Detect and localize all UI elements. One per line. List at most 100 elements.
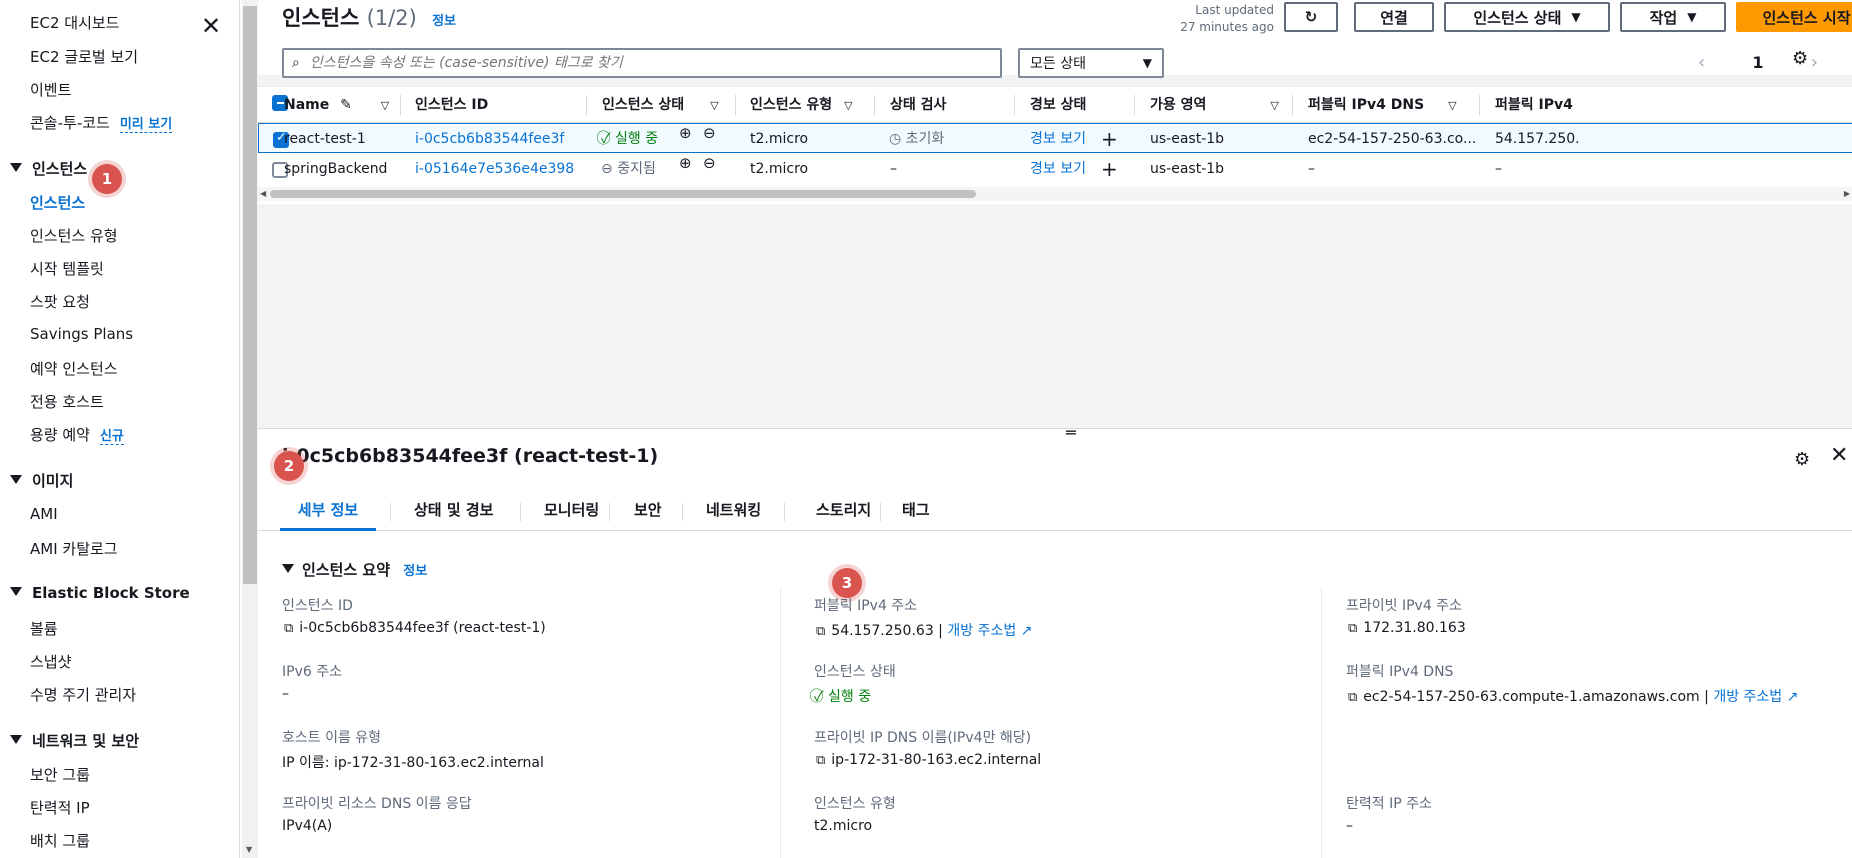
resize-handle-icon[interactable]: ═ — [1066, 423, 1076, 442]
sidebar-section-instances[interactable]: 인스턴스 — [10, 158, 87, 179]
sidebar-item-security-groups[interactable]: 보안 그룹 — [30, 764, 90, 785]
info-link[interactable]: 정보 — [432, 14, 456, 29]
tab-security[interactable]: 보안 — [632, 491, 664, 531]
sidebar-item-console-to-code[interactable]: 콘솔-투-코드 미리 보기 — [30, 112, 173, 133]
scrollbar-thumb[interactable] — [243, 6, 257, 584]
sidebar-section-network-security[interactable]: 네트워크 및 보안 — [10, 730, 139, 751]
table-horizontal-scrollbar[interactable]: ◀ ▶ — [258, 187, 1852, 201]
tab-tags[interactable]: 태그 — [900, 491, 932, 531]
gear-icon[interactable]: ⚙ — [1792, 48, 1808, 69]
close-icon[interactable]: ✕ — [1830, 443, 1848, 468]
copy-icon[interactable]: ⧉ — [1348, 621, 1357, 636]
cell-instance-id-link[interactable]: i-0c5cb6b83544fee3f — [415, 124, 564, 154]
zoom-out-icon[interactable]: ⊖ — [703, 124, 716, 142]
check-circle-icon: ✓⃝ — [814, 689, 824, 705]
copy-icon[interactable]: ⧉ — [1348, 690, 1357, 705]
sidebar-item-reserved-instances[interactable]: 예약 인스턴스 — [30, 358, 118, 379]
col-header-instance-id[interactable]: 인스턴스 ID — [415, 87, 488, 123]
tab-status-alarms[interactable]: 상태 및 경보 — [412, 491, 495, 531]
sidebar-scrollbar[interactable]: ▼ — [242, 0, 258, 858]
open-address-link[interactable]: 개방 주소법 — [1713, 689, 1782, 705]
zoom-in-icon[interactable]: ⊕ — [679, 124, 692, 142]
col-header-alarm-status[interactable]: 경보 상태 — [1030, 87, 1086, 123]
copy-icon[interactable]: ⧉ — [284, 621, 293, 636]
scroll-down-arrow-icon[interactable]: ▼ — [246, 845, 252, 854]
sidebar-item-savings-plans[interactable]: Savings Plans — [30, 325, 133, 343]
cell-instance-id-link[interactable]: i-05164e7e536e4e398 — [415, 154, 574, 184]
sidebar-item-dedicated-hosts[interactable]: 전용 호스트 — [30, 391, 104, 412]
cell-view-alarms-link[interactable]: 경보 보기 — [1030, 124, 1086, 154]
sidebar-item-ec2-global-view[interactable]: EC2 글로벌 보기 — [30, 46, 138, 67]
sidebar-section-ebs[interactable]: Elastic Block Store — [10, 584, 190, 602]
refresh-button[interactable]: ↻ — [1284, 2, 1338, 32]
search-input[interactable] — [309, 55, 990, 71]
search-box[interactable]: ⌕ — [282, 48, 1002, 78]
next-page-icon[interactable]: › — [1811, 52, 1818, 73]
state-filter-select[interactable]: 모든 상태 ▼ — [1018, 48, 1164, 78]
sidebar-item-ami[interactable]: AMI — [30, 505, 58, 523]
cell-view-alarms-link[interactable]: 경보 보기 — [1030, 154, 1086, 184]
sidebar-item-placement-groups[interactable]: 배치 그룹 — [30, 830, 90, 851]
zoom-in-icon[interactable]: ⊕ — [679, 154, 692, 172]
sidebar-item-events[interactable]: 이벤트 — [30, 79, 71, 100]
stopped-circle-icon: ⊖ — [601, 161, 613, 177]
close-icon[interactable]: ✕ — [201, 12, 221, 40]
scrollbar-thumb[interactable] — [270, 190, 976, 198]
col-header-name[interactable]: Name ✎ ▽ — [284, 87, 389, 123]
page-number[interactable]: 1 — [1752, 53, 1763, 72]
instance-type-value: t2.micro — [814, 818, 873, 834]
gear-icon[interactable]: ⚙ — [1794, 449, 1810, 470]
state-text: 실행 중 — [615, 131, 659, 147]
tab-divider — [784, 503, 785, 521]
table-row[interactable]: springBackend i-05164e7e536e4e398 ⊖ 중지됨 … — [258, 154, 1852, 184]
zoom-out-icon[interactable]: ⊖ — [703, 154, 716, 172]
info-link[interactable]: 정보 — [403, 564, 427, 579]
sidebar-section-images[interactable]: 이미지 — [10, 470, 73, 491]
preview-badge[interactable]: 미리 보기 — [119, 117, 173, 133]
sidebar-item-ec2-dashboard[interactable]: EC2 대시보드 — [30, 12, 119, 33]
instance-summary-header[interactable]: 인스턴스 요약 정보 — [282, 559, 427, 580]
instance-state-button[interactable]: 인스턴스 상태 ▼ — [1444, 2, 1610, 32]
col-header-instance-type[interactable]: 인스턴스 유형 ▽ — [750, 87, 853, 123]
column-divider — [1292, 95, 1293, 115]
sidebar-item-volumes[interactable]: 볼륨 — [30, 618, 58, 639]
sidebar-item-snapshots[interactable]: 스냅샷 — [30, 651, 71, 672]
launch-instances-button[interactable]: 인스턴스 시작 — [1736, 2, 1852, 32]
sidebar-item-capacity-reservations[interactable]: 용량 예약 신규 — [30, 424, 124, 445]
section-title: 인스턴스 — [32, 160, 88, 178]
copy-icon[interactable]: ⧉ — [816, 624, 825, 639]
col-header-public-ipv4[interactable]: 퍼블릭 IPv4 — [1495, 87, 1573, 123]
col-header-status-check[interactable]: 상태 검사 — [890, 87, 946, 123]
sidebar-item-instance-types[interactable]: 인스턴스 유형 — [30, 225, 118, 246]
connect-button[interactable]: 연결 — [1354, 2, 1434, 32]
col-header-instance-state[interactable]: 인스턴스 상태 ▽ — [602, 87, 719, 123]
external-link-icon[interactable]: ↗ — [1782, 689, 1799, 705]
col-header-availability-zone[interactable]: 가용 영역 ▽ — [1150, 87, 1279, 123]
tab-details[interactable]: 세부 정보 — [280, 491, 376, 531]
copy-icon[interactable]: ⧉ — [816, 753, 825, 768]
sidebar-item-lifecycle-manager[interactable]: 수명 주기 관리자 — [30, 684, 136, 705]
table-row[interactable]: react-test-1 i-0c5cb6b83544fee3f ✓⃝ 실행 중… — [258, 123, 1852, 153]
value-text: ip-172-31-80-163.ec2.internal — [831, 752, 1042, 768]
add-alarm-icon[interactable]: + — [1101, 154, 1118, 184]
sidebar-item-elastic-ips[interactable]: 탄력적 IP — [30, 797, 90, 818]
tab-storage[interactable]: 스토리지 — [814, 491, 873, 531]
prev-page-icon[interactable]: ‹ — [1698, 52, 1705, 73]
tab-monitoring[interactable]: 모니터링 — [542, 491, 601, 531]
sort-icon: ▽ — [380, 99, 390, 112]
sidebar-item-spot-requests[interactable]: 스팟 요청 — [30, 291, 90, 312]
sidebar-item-launch-templates[interactable]: 시작 템플릿 — [30, 258, 104, 279]
add-alarm-icon[interactable]: + — [1101, 124, 1118, 154]
column-divider — [1014, 95, 1015, 115]
last-updated-label: Last updated — [1195, 3, 1274, 17]
external-link-icon[interactable]: ↗ — [1016, 623, 1033, 639]
sidebar-item-ami-catalog[interactable]: AMI 카탈로그 — [30, 538, 118, 559]
new-badge[interactable]: 신규 — [99, 429, 124, 445]
col-header-public-dns[interactable]: 퍼블릭 IPv4 DNS ▽ — [1308, 87, 1457, 123]
sidebar-item-instances[interactable]: 인스턴스 — [30, 192, 85, 213]
scroll-left-arrow-icon[interactable]: ◀ — [260, 187, 266, 201]
scroll-right-arrow-icon[interactable]: ▶ — [1844, 187, 1850, 201]
actions-button[interactable]: 작업 ▼ — [1620, 2, 1726, 32]
tab-networking[interactable]: 네트워킹 — [704, 491, 763, 531]
open-address-link[interactable]: 개방 주소법 — [947, 623, 1016, 639]
